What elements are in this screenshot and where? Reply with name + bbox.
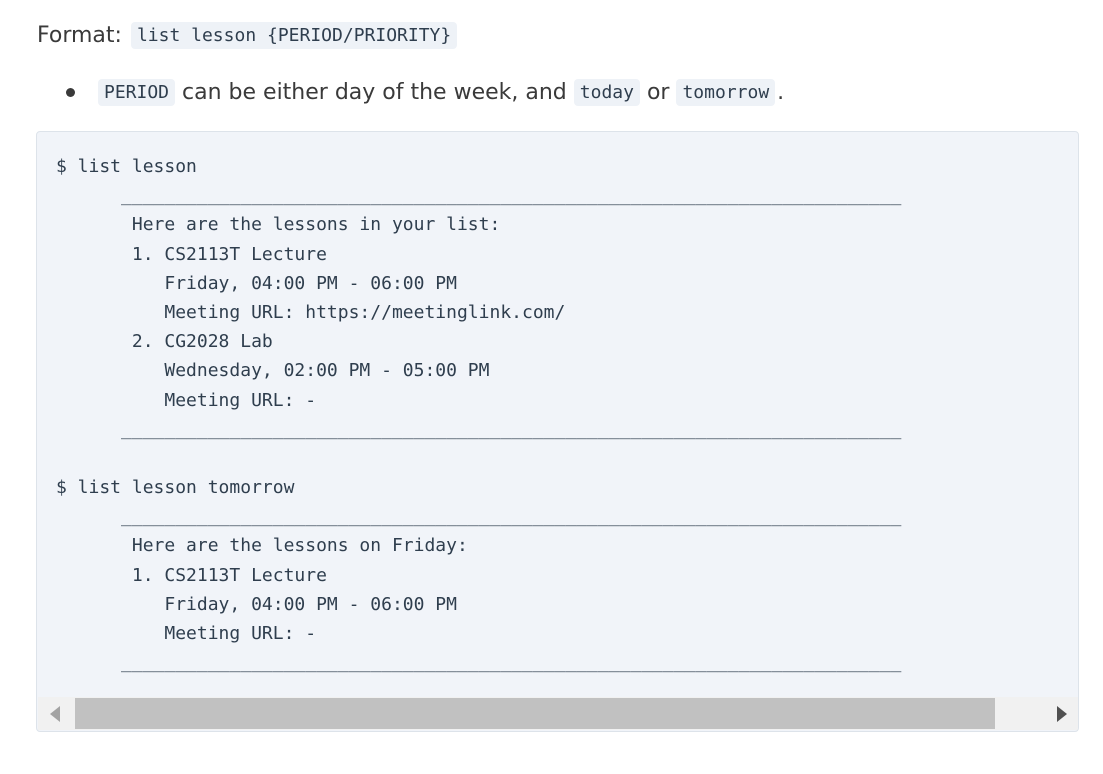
code-line: ________________________________________… — [56, 185, 902, 207]
code-line: Here are the lessons on Friday: — [56, 535, 468, 557]
code-line: Meeting URL: - — [56, 389, 317, 411]
bullet-dot-icon — [66, 87, 75, 97]
code-line: $ list lesson — [56, 156, 197, 177]
code-line: $ list lesson tomorrow — [56, 477, 295, 499]
period-end-text: . — [777, 79, 785, 105]
scroll-left-arrow-icon[interactable] — [50, 706, 60, 722]
period-description: can be either day of the week, and — [182, 79, 567, 105]
format-code: list lesson {PERIOD/PRIORITY} — [130, 21, 458, 49]
code-line: Friday, 04:00 PM - 06:00 PM — [56, 272, 457, 294]
or-text: or — [646, 79, 670, 105]
code-line: Friday, 04:00 PM - 06:00 PM — [56, 593, 457, 615]
horizontal-scrollbar[interactable] — [38, 697, 1078, 730]
period-bullet-item: PERIOD can be either day of the week, an… — [66, 77, 784, 107]
code-line: Meeting URL: https://meetinglink.com/ — [56, 301, 566, 323]
code-content: $ list lesson __________________________… — [56, 152, 901, 677]
period-code: PERIOD — [98, 78, 176, 106]
code-example-block: $ list lesson __________________________… — [36, 131, 1079, 732]
scroll-right-arrow-icon[interactable] — [1057, 706, 1067, 722]
scroll-thumb[interactable] — [75, 698, 995, 729]
code-line: Here are the lessons in your list: — [56, 214, 501, 236]
format-line: Format: list lesson {PERIOD/PRIORITY} — [37, 20, 459, 50]
code-line: 1. CS2113T Lecture — [56, 564, 327, 586]
code-line: 1. CS2113T Lecture — [56, 243, 327, 265]
today-code: today — [573, 78, 640, 106]
code-line: 2. CG2028 Lab — [56, 331, 273, 353]
code-line: ________________________________________… — [56, 652, 902, 674]
code-line: Meeting URL: - — [56, 623, 317, 644]
tomorrow-code: tomorrow — [676, 78, 776, 106]
code-line: ________________________________________… — [56, 418, 902, 440]
code-line: ________________________________________… — [56, 506, 902, 528]
code-line: Wednesday, 02:00 PM - 05:00 PM — [56, 360, 490, 382]
format-label: Format: — [37, 22, 122, 48]
